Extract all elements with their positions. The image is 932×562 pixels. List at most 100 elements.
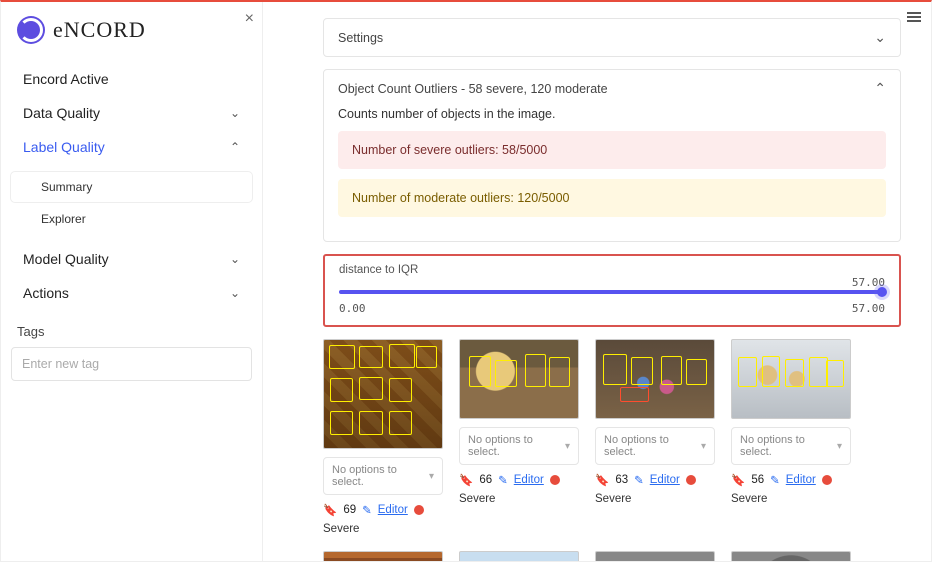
severe-callout: Number of severe outliers: 58/5000 xyxy=(338,131,886,169)
sidebar-item-label: Model Quality xyxy=(23,251,109,267)
image-thumbnail[interactable] xyxy=(595,339,715,419)
slider-track[interactable]: 57.00 xyxy=(339,282,885,300)
sidebar-sub-summary[interactable]: Summary xyxy=(11,172,252,202)
moderate-callout: Number of moderate outliers: 120/5000 xyxy=(338,179,886,217)
main-content: Settings ⌄ Object Count Outliers - 58 se… xyxy=(263,2,931,561)
tag-icon: 🔖 xyxy=(323,503,337,517)
image-card xyxy=(323,551,443,561)
severity-label: Severe xyxy=(595,493,631,505)
pencil-icon: ✎ xyxy=(498,473,508,487)
panel-title: Object Count Outliers - 58 severe, 120 m… xyxy=(338,82,608,96)
tag-count: 69 xyxy=(343,504,356,516)
card-meta: 🔖 63 ✎ Editor Severe xyxy=(595,473,715,505)
severity-dot-icon xyxy=(550,475,560,485)
options-select[interactable]: No options to select. ▾ xyxy=(595,427,715,465)
image-thumbnail[interactable] xyxy=(459,551,579,561)
severity-label: Severe xyxy=(459,493,495,505)
image-thumbnail[interactable] xyxy=(323,551,443,561)
image-card: No options to select. ▾ 🔖 66 ✎ Editor Se… xyxy=(459,339,579,535)
outliers-description: Counts number of objects in the image. xyxy=(338,107,886,121)
chevron-up-icon: ⌃ xyxy=(874,80,886,97)
chevron-down-icon: ▾ xyxy=(565,441,570,452)
image-grid: No options to select. ▾ 🔖 69 ✎ Editor Se… xyxy=(323,339,901,561)
select-placeholder: No options to select. xyxy=(604,434,701,458)
tags-heading: Tags xyxy=(11,324,252,347)
slider-title: distance to IQR xyxy=(339,264,885,276)
chevron-up-icon: ⌃ xyxy=(230,140,240,154)
slider-min: 0.00 xyxy=(339,302,366,315)
select-placeholder: No options to select. xyxy=(740,434,837,458)
image-thumbnail[interactable] xyxy=(731,551,851,561)
image-card xyxy=(731,551,851,561)
close-icon[interactable]: × xyxy=(245,10,254,28)
sidebar-item-model-quality[interactable]: Model Quality ⌄ xyxy=(11,242,252,276)
sidebar-item-actions[interactable]: Actions ⌄ xyxy=(11,276,252,310)
options-select[interactable]: No options to select. ▾ xyxy=(731,427,851,465)
sidebar-item-label: Label Quality xyxy=(23,139,105,155)
severity-dot-icon xyxy=(686,475,696,485)
slider-thumb[interactable] xyxy=(877,287,887,297)
tag-count: 56 xyxy=(751,474,764,486)
chevron-down-icon: ⌄ xyxy=(230,106,240,120)
editor-link[interactable]: Editor xyxy=(650,474,680,486)
chevron-down-icon: ▾ xyxy=(837,441,842,452)
sidebar-sub-explorer[interactable]: Explorer xyxy=(11,204,252,234)
sidebar-item-encord-active[interactable]: Encord Active xyxy=(11,62,252,96)
slider-range-labels: 0.00 57.00 xyxy=(339,302,885,315)
pencil-icon: ✎ xyxy=(634,473,644,487)
iqr-slider-panel: distance to IQR 57.00 0.00 57.00 xyxy=(323,254,901,327)
chevron-down-icon: ⌄ xyxy=(230,252,240,266)
severity-dot-icon xyxy=(822,475,832,485)
tag-count: 66 xyxy=(479,474,492,486)
tag-icon: 🔖 xyxy=(459,473,473,487)
severity-label: Severe xyxy=(323,523,359,535)
sidebar-sub-label-quality: Summary Explorer xyxy=(11,164,252,242)
card-meta: 🔖 69 ✎ Editor Severe xyxy=(323,503,443,535)
sidebar-nav: Encord Active Data Quality ⌄ Label Quali… xyxy=(1,62,262,310)
brand: eNCORD xyxy=(1,2,262,62)
select-placeholder: No options to select. xyxy=(468,434,565,458)
image-card: No options to select. ▾ 🔖 63 ✎ Editor Se… xyxy=(595,339,715,535)
pencil-icon: ✎ xyxy=(362,503,372,517)
chevron-down-icon: ⌄ xyxy=(874,29,886,46)
slider-max: 57.00 xyxy=(852,302,885,315)
severe-text: Number of severe outliers: 58/5000 xyxy=(352,143,547,157)
select-placeholder: No options to select. xyxy=(332,464,429,488)
sidebar-sub-label: Explorer xyxy=(41,212,86,226)
tag-icon: 🔖 xyxy=(731,473,745,487)
editor-link[interactable]: Editor xyxy=(786,474,816,486)
panel-outliers-body: Counts number of objects in the image. N… xyxy=(324,107,900,241)
sidebar-item-label: Data Quality xyxy=(23,105,100,121)
panel-outliers: Object Count Outliers - 58 severe, 120 m… xyxy=(323,69,901,242)
sidebar-sub-label: Summary xyxy=(41,180,92,194)
panel-settings-header[interactable]: Settings ⌄ xyxy=(324,19,900,56)
severity-label: Severe xyxy=(731,493,767,505)
image-thumbnail[interactable] xyxy=(459,339,579,419)
editor-link[interactable]: Editor xyxy=(378,504,408,516)
chevron-down-icon: ▾ xyxy=(701,441,706,452)
sidebar-item-label-quality[interactable]: Label Quality ⌃ xyxy=(11,130,252,164)
chevron-down-icon: ⌄ xyxy=(230,286,240,300)
options-select[interactable]: No options to select. ▾ xyxy=(323,457,443,495)
editor-link[interactable]: Editor xyxy=(514,474,544,486)
options-select[interactable]: No options to select. ▾ xyxy=(459,427,579,465)
tags-section: Tags xyxy=(1,324,262,561)
panel-outliers-header[interactable]: Object Count Outliers - 58 severe, 120 m… xyxy=(324,70,900,107)
brand-logo-icon xyxy=(17,16,45,44)
hamburger-menu[interactable] xyxy=(907,10,921,24)
tag-icon: 🔖 xyxy=(595,473,609,487)
chevron-down-icon: ▾ xyxy=(429,471,434,482)
image-thumbnail[interactable] xyxy=(731,339,851,419)
sidebar-item-data-quality[interactable]: Data Quality ⌄ xyxy=(11,96,252,130)
tag-count: 63 xyxy=(615,474,628,486)
image-thumbnail[interactable] xyxy=(595,551,715,561)
image-card: No options to select. ▾ 🔖 56 ✎ Editor Se… xyxy=(731,339,851,535)
image-thumbnail[interactable] xyxy=(323,339,443,449)
panel-settings: Settings ⌄ xyxy=(323,18,901,57)
card-meta: 🔖 66 ✎ Editor Severe xyxy=(459,473,579,505)
app-root: × eNCORD Encord Active Data Quality ⌄ La… xyxy=(0,0,932,562)
tag-input[interactable] xyxy=(11,347,252,381)
sidebar-item-label: Encord Active xyxy=(23,71,109,87)
severity-dot-icon xyxy=(414,505,424,515)
sidebar-item-label: Actions xyxy=(23,285,69,301)
